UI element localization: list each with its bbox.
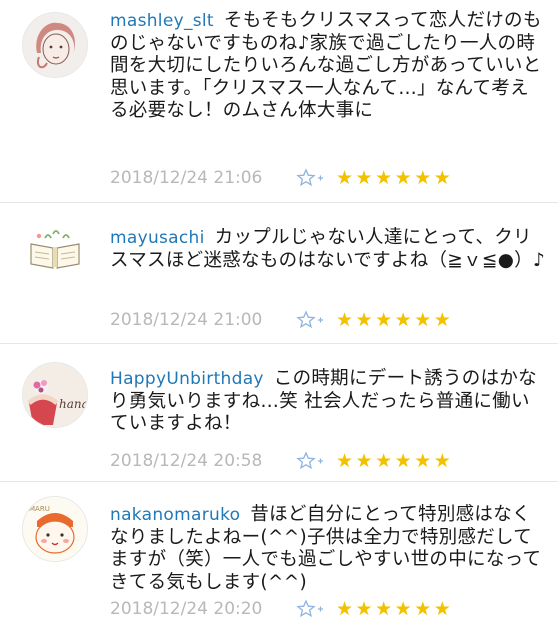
rating-star-icon: ★ — [433, 598, 451, 620]
rating-star-icon: ★ — [394, 167, 412, 189]
comment-body: HappyUnbirthday この時期にデート誘うのはかなり勇気いりますね…笑 … — [110, 354, 546, 436]
rating-star-icon: ★ — [414, 598, 432, 620]
add-favorite-star-icon[interactable] — [296, 309, 328, 331]
comment-body: mayusachi カップルじゃない人達にとって、クリスマスほど迷惑なものはないで… — [110, 213, 546, 272]
comment-list: mashley_slt そもそもクリスマスって恋人だけのものじゃないですものね♪家… — [0, 0, 558, 640]
timestamp: 2018/12/24 21:06 — [110, 168, 263, 188]
rating-star-icon: ★ — [336, 167, 354, 189]
comment-content: mayusachi カップルじゃない人達にとって、クリスマスほど迷惑なものはないで… — [110, 213, 546, 272]
add-favorite-star-icon[interactable] — [296, 450, 328, 472]
rating-star-icon: ★ — [375, 450, 393, 472]
rating-star-icon: ★ — [355, 598, 373, 620]
rating-star-icon: ★ — [414, 167, 432, 189]
rating-stars: ★ ★ ★ ★ ★ ★ — [336, 309, 453, 331]
rating-star-icon: ★ — [433, 167, 451, 189]
rating-star-icon: ★ — [433, 450, 451, 472]
rating-star-icon: ★ — [355, 309, 373, 331]
username-link[interactable]: HappyUnbirthday — [110, 369, 264, 389]
comment-content: mashley_slt そもそもクリスマスって恋人だけのものじゃないですものね♪家… — [110, 10, 546, 123]
avatar-maru-label: MARU — [29, 505, 50, 513]
rating-star-icon: ★ — [336, 309, 354, 331]
comment-meta: 2018/12/24 21:06 ★ ★ ★ ★ ★ ★ — [110, 167, 453, 189]
comment-item: MARU nakanomaruko 昔ほど自分にとって特別感はなくなりましたよねー… — [0, 482, 558, 640]
comment-item: hana HappyUnbirthday この時期にデート誘うのはかなり勇気いりま… — [0, 344, 558, 482]
comment-content: HappyUnbirthday この時期にデート誘うのはかなり勇気いりますね…笑 … — [110, 354, 546, 436]
rating-star-icon: ★ — [414, 450, 432, 472]
comment-body: nakanomaruko 昔ほど自分にとって特別感はなくなりましたよねー(^^)子… — [110, 492, 546, 594]
timestamp: 2018/12/24 20:58 — [110, 451, 263, 471]
username-link[interactable]: mayusachi — [110, 228, 205, 248]
rating-stars: ★ ★ ★ ★ ★ ★ — [336, 598, 453, 620]
rating-star-icon: ★ — [355, 450, 373, 472]
rating-star-icon: ★ — [394, 309, 412, 331]
username-link[interactable]: mashley_slt — [110, 11, 214, 31]
add-favorite-star-icon[interactable] — [296, 598, 328, 620]
comment-meta: 2018/12/24 20:58 ★ ★ ★ ★ ★ ★ — [110, 450, 453, 472]
comment-body: mashley_slt そもそもクリスマスって恋人だけのものじゃないですものね♪家… — [110, 10, 546, 123]
open-book-icon[interactable] — [22, 217, 88, 283]
rating-stars: ★ ★ ★ ★ ★ ★ — [336, 167, 453, 189]
cupcake-hana-icon[interactable]: hana — [22, 362, 88, 428]
rating-stars: ★ ★ ★ ★ ★ ★ — [336, 450, 453, 472]
comment-content: nakanomaruko 昔ほど自分にとって特別感はなくなりましたよねー(^^)子… — [110, 492, 546, 594]
rating-star-icon: ★ — [414, 309, 432, 331]
timestamp: 2018/12/24 20:20 — [110, 599, 263, 619]
rating-star-icon: ★ — [336, 450, 354, 472]
rating-star-icon: ★ — [336, 598, 354, 620]
username-link[interactable]: nakanomaruko — [110, 505, 240, 525]
rating-star-icon: ★ — [394, 450, 412, 472]
rating-star-icon: ★ — [375, 598, 393, 620]
comment-meta: 2018/12/24 21:00 ★ ★ ★ ★ ★ ★ — [110, 309, 453, 331]
comment-item: mashley_slt そもそもクリスマスって恋人だけのものじゃないですものね♪家… — [0, 0, 558, 203]
add-favorite-star-icon[interactable] — [296, 167, 328, 189]
rating-star-icon: ★ — [394, 598, 412, 620]
comment-meta: 2018/12/24 20:20 ★ ★ ★ ★ ★ ★ — [110, 598, 453, 620]
woman-face-sketch-icon[interactable] — [22, 12, 88, 78]
rating-star-icon: ★ — [355, 167, 373, 189]
comment-item: mayusachi カップルじゃない人達にとって、クリスマスほど迷惑なものはないで… — [0, 203, 558, 344]
avatar-hana-label: hana — [59, 397, 87, 411]
timestamp: 2018/12/24 21:00 — [110, 310, 263, 330]
rating-star-icon: ★ — [375, 167, 393, 189]
maru-character-icon[interactable]: MARU — [22, 496, 88, 562]
rating-star-icon: ★ — [433, 309, 451, 331]
rating-star-icon: ★ — [375, 309, 393, 331]
